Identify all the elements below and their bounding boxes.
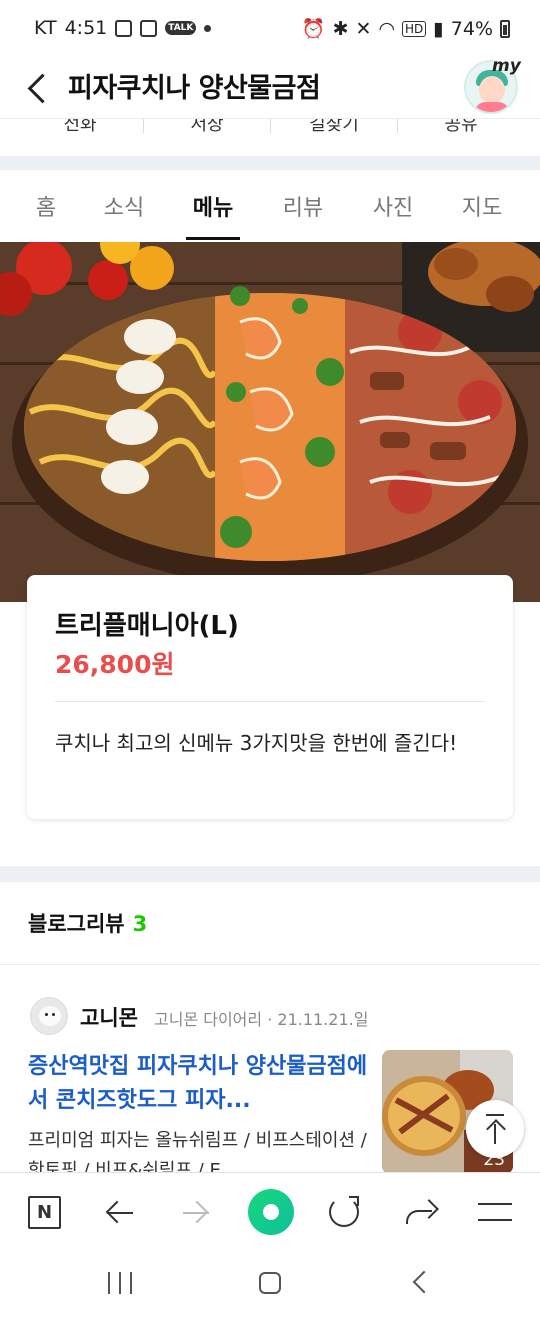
- blog-review-count: 3: [132, 912, 148, 936]
- save-action[interactable]: 저장: [143, 119, 271, 136]
- tab-map[interactable]: 지도: [442, 190, 522, 222]
- place-action-row: 전화 저장 길찾기 공유: [0, 118, 540, 156]
- place-tabs: 홈 소식 메뉴 리뷰 사진 지도: [0, 170, 540, 242]
- alarm-icon: ⏰: [301, 18, 326, 40]
- browser-back-icon[interactable]: [104, 1198, 134, 1228]
- calendar-notification-icon: [115, 19, 133, 37]
- menu-item-name: 트리플매니아(L): [55, 611, 239, 641]
- author-name[interactable]: 고니몬: [80, 1002, 138, 1032]
- menu-photo[interactable]: [0, 242, 540, 602]
- tab-home[interactable]: 홈: [6, 190, 86, 222]
- section-gap: [0, 156, 540, 170]
- home-icon[interactable]: [259, 1272, 281, 1294]
- blog-review-heading: 블로그리뷰 3: [28, 908, 147, 938]
- card-divider: [55, 701, 485, 702]
- kakaotalk-notification-icon: TALK: [165, 21, 197, 35]
- avatar-face: [479, 76, 505, 104]
- hd-voice-icon: HD: [402, 20, 427, 37]
- share-icon[interactable]: [404, 1198, 439, 1228]
- share-action[interactable]: 공유: [397, 119, 525, 136]
- status-bar: KT 4:51 TALK ⏰ ✱ ✕ ◠ HD ▮ 74%: [0, 0, 540, 58]
- blog-review-title: 블로그리뷰: [28, 912, 125, 936]
- tab-news[interactable]: 소식: [84, 190, 164, 222]
- author-avatar[interactable]: [30, 997, 68, 1035]
- system-nav-bar: [0, 1250, 540, 1320]
- recent-apps-icon[interactable]: [108, 1272, 132, 1294]
- wifi-icon: ◠: [378, 17, 396, 40]
- refresh-icon[interactable]: [329, 1196, 359, 1227]
- section-divider: [0, 964, 540, 965]
- scroll-to-top-arrow-icon: [494, 1124, 496, 1144]
- active-tab-indicator: [186, 237, 240, 240]
- tab-menu[interactable]: 메뉴: [173, 190, 253, 222]
- menu-hamburger-icon[interactable]: [478, 1203, 512, 1221]
- page-title: 피자쿠치나 양산물금점: [68, 73, 321, 104]
- naver-green-dot-icon[interactable]: [248, 1189, 294, 1235]
- browser-forward-icon[interactable]: [180, 1198, 210, 1228]
- tab-reviews[interactable]: 리뷰: [263, 190, 343, 222]
- directions-action[interactable]: 길찾기: [270, 119, 398, 136]
- gallery-notification-icon: [140, 19, 158, 37]
- battery-percent: 74%: [450, 17, 493, 40]
- signal-icon: ▮: [433, 17, 444, 40]
- menu-item-description: 쿠치나 최고의 신메뉴 3가지맛을 한번에 즐긴다!: [55, 731, 458, 755]
- clock: 4:51: [64, 17, 108, 39]
- tab-photos[interactable]: 사진: [353, 190, 433, 222]
- status-left: KT 4:51 TALK: [34, 17, 212, 39]
- system-back-icon[interactable]: [412, 1270, 436, 1294]
- bluetooth-icon: ✱: [332, 17, 349, 40]
- carrier-label: KT: [34, 17, 57, 39]
- call-action[interactable]: 전화: [16, 119, 144, 136]
- battery-icon: [500, 19, 510, 38]
- menu-item-card[interactable]: 트리플매니아(L) 26,800원 쿠치나 최고의 신메뉴 3가지맛을 한번에 …: [27, 575, 513, 819]
- browser-toolbar: N: [0, 1172, 540, 1250]
- mute-icon: ✕: [355, 17, 372, 40]
- menu-item-price: 26,800원: [55, 650, 175, 679]
- page-header: 피자쿠치나 양산물금점: [0, 58, 540, 118]
- my-label: my: [492, 56, 521, 76]
- section-gap: [0, 866, 540, 882]
- naver-home-icon[interactable]: N: [28, 1196, 61, 1229]
- back-arrow-icon[interactable]: [22, 68, 54, 108]
- pizza-illustration: [0, 242, 540, 602]
- status-right: ⏰ ✱ ✕ ◠ HD ▮ 74%: [302, 17, 510, 40]
- post-meta: 고니몬 다이어리 · 21.11.21.일: [154, 1010, 369, 1029]
- blog-post-title[interactable]: 증산역맛집 피자쿠치나 양산물금점에서 콘치즈핫도그 피자...: [28, 1050, 368, 1118]
- more-notifications-icon: [204, 24, 212, 32]
